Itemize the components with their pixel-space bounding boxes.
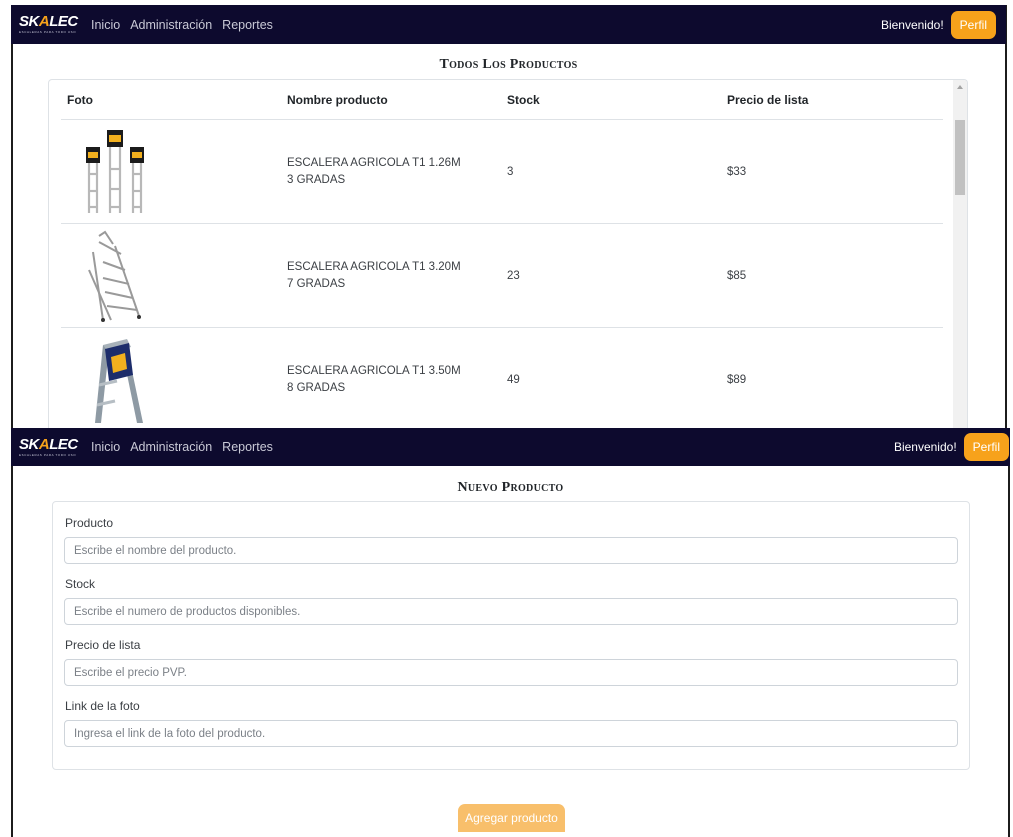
- navbar-top: SKALEC ESCALERAS PARA TODO USO Inicio Ad…: [11, 5, 1006, 44]
- header-nombre: Nombre producto: [287, 92, 388, 107]
- cell-stock: 23: [507, 269, 520, 282]
- table-scrollbar[interactable]: [953, 80, 967, 429]
- table-row: ESCALERA AGRICOLA T1 1.26M 3 GRADAS 3 $3…: [61, 120, 943, 224]
- label-stock: Stock: [65, 577, 96, 591]
- table-row: ESCALERA AGRICOLA T1 3.50M 8 GRADAS 49 $…: [61, 328, 943, 429]
- logo-tagline: ESCALERAS PARA TODO USO: [19, 30, 77, 34]
- cell-stock: 3: [507, 165, 514, 178]
- welcome-text: Bienvenido!: [893, 440, 957, 454]
- brand-logo[interactable]: SKALEC ESCALERAS PARA TODO USO: [19, 14, 81, 34]
- products-table-card: Foto Nombre producto Stock Precio de lis…: [48, 79, 968, 429]
- nav-link-reportes[interactable]: Reportes: [222, 18, 273, 32]
- link-foto-input[interactable]: [64, 720, 958, 747]
- nav-link-reportes[interactable]: Reportes: [222, 440, 273, 454]
- nav-link-inicio[interactable]: Inicio: [91, 18, 120, 32]
- header-foto: Foto: [67, 92, 93, 107]
- nav-link-administracion[interactable]: Administración: [130, 18, 212, 32]
- navbar-bottom: SKALEC ESCALERAS PARA TODO USO Inicio Ad…: [11, 428, 1010, 466]
- label-link-foto: Link de la foto: [65, 699, 140, 713]
- cell-nombre: ESCALERA AGRICOLA T1 3.20M 7 GRADAS: [287, 260, 461, 290]
- cell-precio: $89: [727, 373, 747, 386]
- nav-link-administracion[interactable]: Administración: [130, 440, 212, 454]
- profile-button[interactable]: Perfil: [950, 10, 996, 39]
- platform-ladder-product-image: [61, 224, 282, 328]
- cell-stock: 49: [507, 373, 520, 386]
- producto-input[interactable]: [64, 537, 958, 564]
- form-section-title: Nuevo Producto: [457, 480, 564, 495]
- new-product-form: Producto Stock Precio de lista Link de l…: [52, 501, 970, 770]
- nav-link-inicio[interactable]: Inicio: [91, 440, 120, 454]
- logo-tagline: ESCALERAS PARA TODO USO: [19, 452, 77, 457]
- products-section-title: Todos Los Productos: [439, 57, 578, 72]
- table-header: Foto Nombre producto Stock Precio de lis…: [61, 80, 943, 120]
- cell-nombre: ESCALERA AGRICOLA T1 1.26M 3 GRADAS: [287, 156, 461, 186]
- products-table: Foto Nombre producto Stock Precio de lis…: [61, 80, 943, 429]
- table-row: ESCALERA AGRICOLA T1 3.20M 7 GRADAS 23 $…: [61, 224, 943, 328]
- label-producto: Producto: [65, 516, 114, 530]
- add-product-button[interactable]: Agregar producto: [458, 804, 565, 832]
- nav-links: Inicio Administración Reportes: [91, 440, 283, 454]
- label-precio: Precio de lista: [65, 638, 141, 652]
- brand-logo[interactable]: SKALEC ESCALERAS PARA TODO USO: [19, 437, 81, 457]
- step-ladder-product-image: [61, 328, 282, 430]
- profile-button[interactable]: Perfil: [963, 433, 1009, 461]
- precio-input[interactable]: [64, 659, 958, 686]
- header-precio: Precio de lista: [727, 92, 809, 107]
- window-border-left: [11, 5, 13, 837]
- scroll-up-arrow-icon[interactable]: [957, 85, 963, 89]
- scrollbar-thumb[interactable]: [955, 120, 965, 195]
- stock-input[interactable]: [64, 598, 958, 625]
- cell-precio: $85: [727, 269, 747, 282]
- nav-links: Inicio Administración Reportes: [91, 18, 283, 32]
- welcome-text: Bienvenido!: [880, 17, 944, 32]
- cell-precio: $33: [727, 165, 747, 178]
- cell-nombre: ESCALERA AGRICOLA T1 3.50M 8 GRADAS: [287, 364, 461, 394]
- ladder-product-image: [61, 120, 282, 224]
- header-stock: Stock: [507, 92, 540, 107]
